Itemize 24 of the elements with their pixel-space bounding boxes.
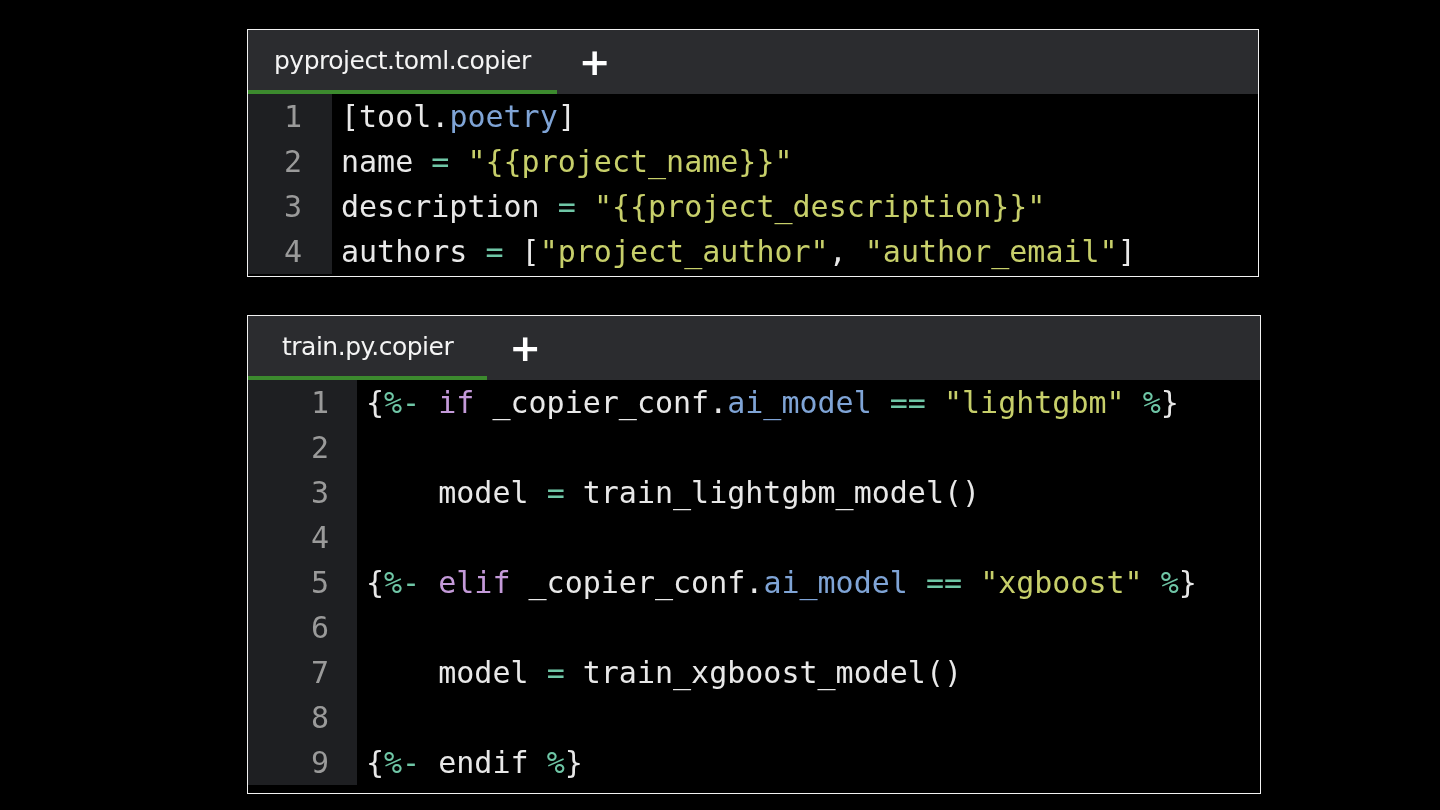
code-line: authors = ["project_author", "author_email"] bbox=[341, 234, 1136, 269]
line-number: 9 bbox=[309, 744, 330, 782]
line-number: 8 bbox=[309, 699, 330, 737]
line-number: 7 bbox=[309, 654, 330, 692]
line-number: 2 bbox=[309, 429, 330, 467]
line-number: 5 bbox=[309, 564, 330, 602]
line-number: 6 bbox=[309, 609, 330, 647]
code-line: [tool.poetry] bbox=[341, 99, 576, 134]
code-line: {%- endif %} bbox=[366, 745, 583, 780]
code-line: model = train_lightgbm_model() bbox=[437, 475, 981, 510]
code-line: {%- elif _copier_conf.ai_model == "xgboost" %} bbox=[366, 565, 1197, 600]
line-number: 1 bbox=[282, 98, 303, 136]
line-number: 2 bbox=[282, 143, 303, 181]
code-line: model = train_xgboost_model() bbox=[437, 655, 963, 690]
line-number: 4 bbox=[282, 233, 303, 271]
code-line: name = "{{project_name}}" bbox=[341, 144, 793, 179]
line-number: 1 bbox=[309, 384, 330, 422]
line-number: 4 bbox=[309, 519, 330, 557]
add-tab-button[interactable]: + bbox=[566, 43, 623, 81]
add-tab-button[interactable]: + bbox=[497, 329, 554, 367]
code-line: {%- if _copier_conf.ai_model == "lightgbm" %} bbox=[366, 385, 1179, 420]
line-number: 3 bbox=[309, 474, 330, 512]
code-line: description = "{{project_description}}" bbox=[341, 189, 1046, 224]
line-number: 3 bbox=[282, 188, 303, 226]
